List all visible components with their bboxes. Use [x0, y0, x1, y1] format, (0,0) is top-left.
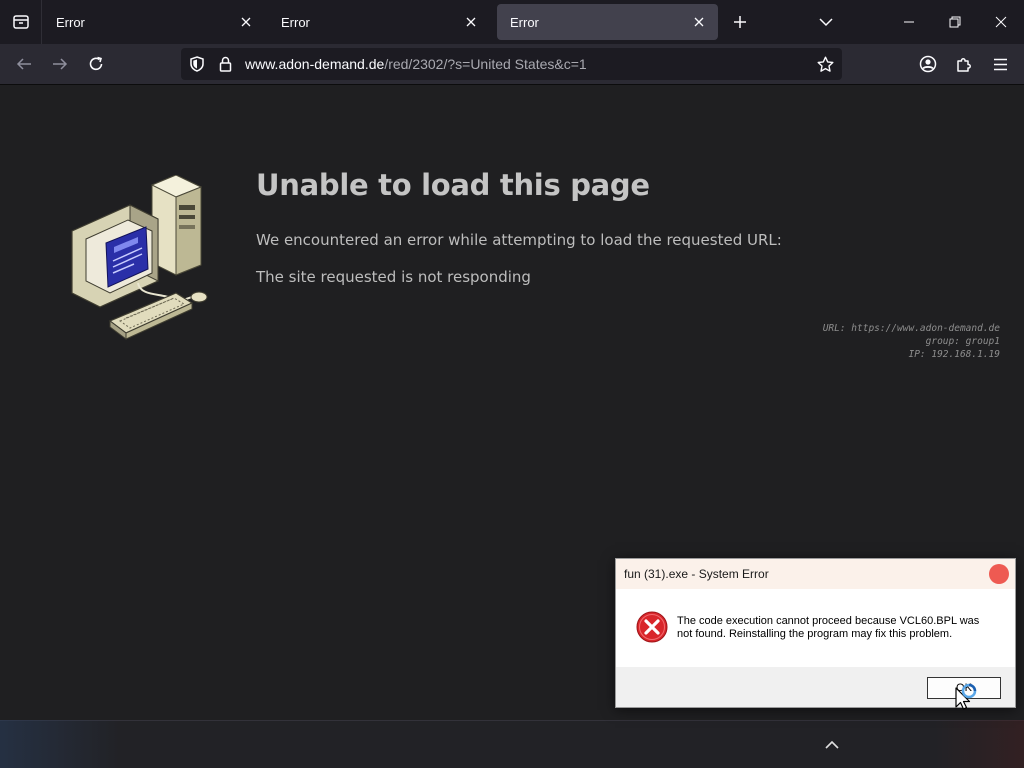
new-tab-button[interactable] — [726, 8, 754, 36]
ok-button[interactable]: OK — [927, 677, 1001, 699]
tab-strip: Error Error Error — [0, 0, 1024, 44]
diagnostic-url: URL: https://www.adon-demand.de — [822, 323, 1000, 334]
tab-1[interactable]: Error — [43, 4, 265, 40]
dialog-message: The code execution cannot proceed becaus… — [677, 615, 980, 640]
tab-3-close-button[interactable] — [688, 11, 710, 33]
restore-button[interactable] — [932, 0, 978, 44]
tab-1-close-button[interactable] — [235, 11, 257, 33]
system-error-dialog: fun (31).exe - System Error The code exe… — [615, 558, 1016, 708]
reload-icon — [89, 56, 103, 71]
scroll-up-button[interactable] — [818, 732, 846, 756]
url-text[interactable]: www.adon-demand.de/red/2302/?s=United St… — [245, 56, 810, 72]
firefox-view-button[interactable] — [0, 0, 42, 44]
bottom-glow-left — [0, 720, 120, 768]
tab-2-close-button[interactable] — [460, 11, 482, 33]
dialog-close-button[interactable] — [989, 564, 1009, 584]
minimize-button[interactable] — [886, 0, 932, 44]
extensions-button[interactable] — [949, 49, 979, 79]
diagnostic-group: group: group1 — [925, 336, 1000, 347]
plus-icon — [734, 16, 746, 28]
hamburger-menu-icon — [993, 58, 1007, 70]
tab-3-label: Error — [510, 14, 539, 30]
dialog-body: The code execution cannot proceed becaus… — [616, 589, 1015, 667]
tab-2-label: Error — [281, 14, 310, 30]
tab-2[interactable]: Error — [268, 4, 490, 40]
dialog-footer: OK — [616, 667, 1015, 707]
computer-illustration — [71, 175, 208, 340]
tab-1-label: Error — [56, 14, 85, 30]
forward-arrow-icon — [53, 58, 68, 70]
dialog-titlebar[interactable]: fun (31).exe - System Error — [616, 559, 1015, 589]
firefox-view-icon — [12, 15, 29, 29]
address-bar[interactable]: www.adon-demand.de/red/2302/?s=United St… — [181, 48, 842, 80]
navigation-toolbar: www.adon-demand.de/red/2302/?s=United St… — [0, 44, 1024, 85]
bottom-bar — [0, 720, 1024, 768]
tab-3-active[interactable]: Error — [497, 4, 718, 40]
list-all-tabs-button[interactable] — [812, 8, 840, 36]
tracking-protection-button[interactable] — [183, 48, 211, 80]
diagnostic-info: URL: https://www.adon-demand.de group: g… — [823, 322, 1000, 361]
bookmark-button[interactable] — [810, 49, 840, 79]
close-icon — [466, 17, 476, 27]
close-icon — [241, 17, 251, 27]
puzzle-icon — [956, 57, 971, 72]
forward-button[interactable] — [45, 49, 75, 79]
url-path: /red/2302/?s=United States&c=1 — [384, 56, 587, 72]
error-description: We encountered an error while attempting… — [256, 231, 782, 249]
back-arrow-icon — [16, 58, 31, 70]
chevron-down-icon — [819, 18, 833, 27]
minimize-icon — [904, 21, 914, 23]
account-icon — [919, 55, 937, 73]
dialog-title: fun (31).exe - System Error — [624, 567, 769, 581]
bottom-glow-right — [934, 720, 1024, 768]
page-title: Unable to load this page — [256, 168, 650, 202]
shield-icon — [190, 56, 204, 72]
lock-icon — [219, 56, 231, 72]
site-info-button[interactable] — [211, 48, 239, 80]
app-menu-button[interactable] — [985, 49, 1015, 79]
url-domain: www.adon-demand.de — [245, 56, 385, 72]
reload-button[interactable] — [81, 49, 111, 79]
restore-icon — [949, 16, 961, 28]
diagnostic-ip: IP: 192.168.1.19 — [908, 349, 1000, 360]
back-button[interactable] — [9, 49, 39, 79]
close-window-button[interactable] — [978, 0, 1024, 44]
star-icon — [817, 56, 833, 72]
account-button[interactable] — [913, 49, 943, 79]
close-icon — [995, 16, 1007, 28]
error-detail: The site requested is not responding — [256, 268, 531, 286]
close-icon — [694, 17, 704, 27]
chevron-up-icon — [825, 740, 839, 749]
error-x-icon — [636, 611, 668, 643]
